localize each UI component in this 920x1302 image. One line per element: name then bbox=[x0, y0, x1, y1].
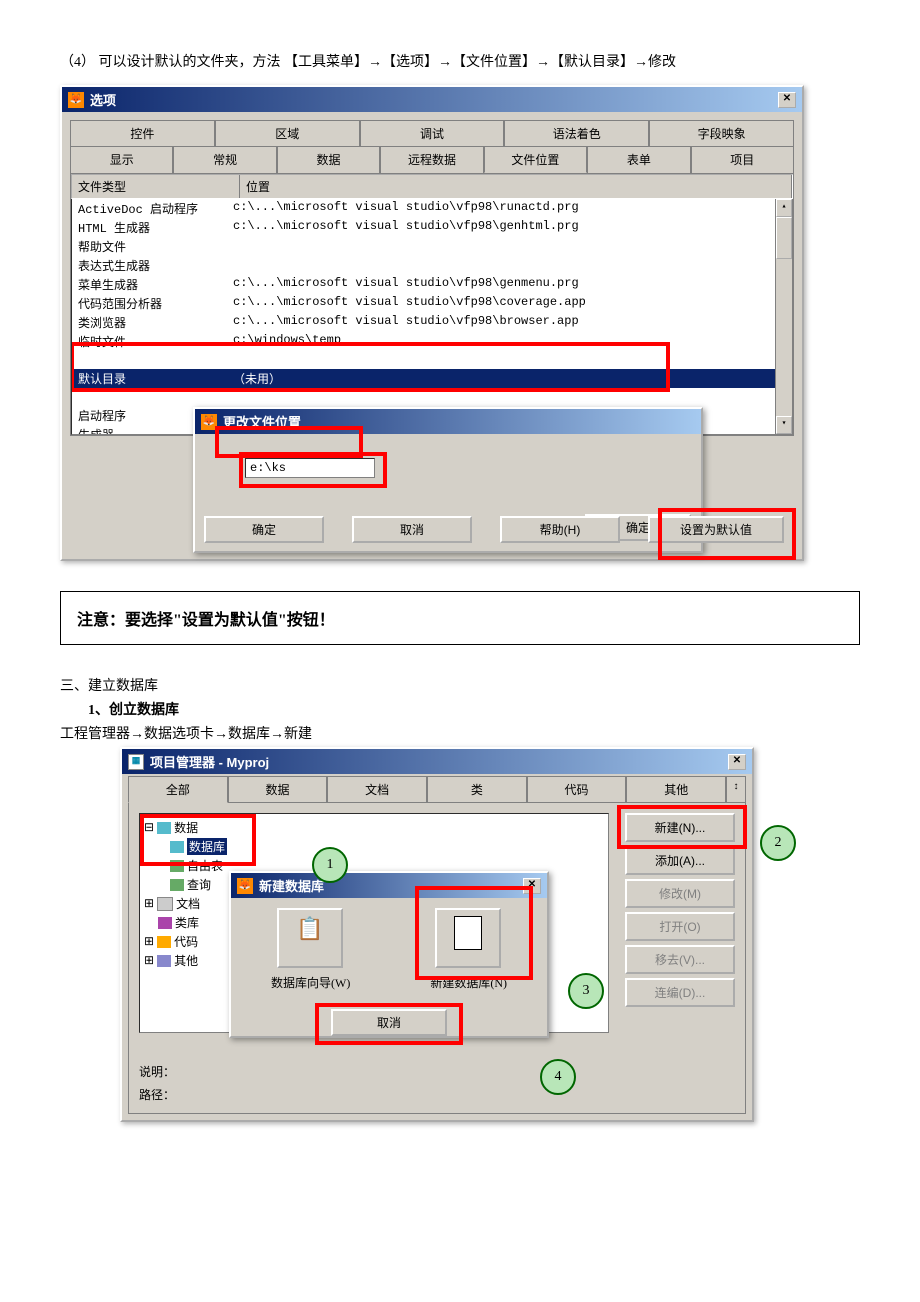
options-help-button[interactable]: 帮助(H) bbox=[500, 516, 620, 543]
scroll-thumb[interactable] bbox=[776, 217, 792, 259]
wizard-label: 数据库向导(W) bbox=[271, 974, 350, 991]
build-button: 连编(D)... bbox=[625, 978, 735, 1007]
pm-tabs: 全部 数据 文档 类 代码 其他 ↕ bbox=[122, 776, 752, 803]
annotation-2: 2 bbox=[760, 825, 796, 861]
tab-filelocations[interactable]: 文件位置 bbox=[484, 146, 587, 173]
highlight-path bbox=[239, 452, 387, 488]
highlight-defaultdir bbox=[71, 342, 670, 392]
tab-remote[interactable]: 远程数据 bbox=[380, 146, 483, 173]
options-ok-button[interactable]: 确定 bbox=[204, 516, 324, 543]
list-row: 类浏览器c:\...\microsoft visual studio\vfp98… bbox=[72, 313, 792, 332]
open-button: 打开(O) bbox=[625, 912, 735, 941]
tab-classes[interactable]: 类 bbox=[427, 776, 527, 803]
options-cancel-button[interactable]: 取消 bbox=[352, 516, 472, 543]
col-filetype[interactable]: 文件类型 bbox=[72, 175, 240, 198]
tab-syntax[interactable]: 语法着色 bbox=[504, 120, 649, 146]
close-icon[interactable]: ✕ bbox=[728, 754, 746, 770]
highlight-database bbox=[140, 814, 256, 866]
tab-controls[interactable]: 控件 bbox=[70, 120, 215, 146]
list-row: 代码范围分析器c:\...\microsoft visual studio\vf… bbox=[72, 294, 792, 313]
note-box: 注意：要选择"设置为默认值"按钮！ bbox=[60, 591, 860, 645]
fox-icon: 🦊 bbox=[68, 92, 84, 108]
remove-button: 移去(V)... bbox=[625, 945, 735, 974]
pm-titlebar: ▦ 项目管理器 - Myproj ✕ bbox=[122, 749, 752, 774]
section3-sub1: 1、创立数据库 bbox=[88, 699, 860, 719]
section3-title: 三、建立数据库 bbox=[60, 675, 860, 695]
pm-title: 项目管理器 - Myproj bbox=[150, 752, 269, 771]
highlight-cancel bbox=[315, 1003, 463, 1045]
highlight-newdb-btn bbox=[415, 886, 533, 980]
project-manager: ▦ 项目管理器 - Myproj ✕ 全部 数据 文档 类 代码 其他 ↕ ⊟数… bbox=[120, 747, 754, 1122]
annotation-1: 1 bbox=[312, 847, 348, 883]
step4-text: （4） 可以设计默认的文件夹，方法 【工具菜单】→【选项】→【文件位置】→【默认… bbox=[60, 50, 860, 75]
fox-icon: 🦊 bbox=[237, 878, 253, 894]
tab-code[interactable]: 代码 bbox=[527, 776, 627, 803]
close-icon[interactable]: ✕ bbox=[778, 92, 796, 108]
options-tabs: 控件 区域 调试 语法着色 字段映象 显示 常规 数据 远程数据 文件位置 表单… bbox=[62, 112, 802, 173]
wizard-button[interactable]: 📋 bbox=[277, 908, 343, 968]
annotation-4: 4 bbox=[540, 1059, 576, 1095]
list-header: 文件类型 位置 bbox=[71, 174, 793, 199]
pm-body: ⊟数据 数据库 自由表 查询 ⊞文档 类库 ⊞代码 ⊞其他 新建(N)... 添… bbox=[128, 803, 746, 1114]
new-database-dialog: 🦊 新建数据库 ✕ 📋 bbox=[229, 871, 549, 1038]
query-icon bbox=[170, 879, 184, 891]
tab-data[interactable]: 数据 bbox=[228, 776, 328, 803]
pm-icon: ▦ bbox=[128, 754, 144, 770]
modify-button: 修改(M) bbox=[625, 879, 735, 908]
pm-button-column: 新建(N)... 添加(A)... 修改(M) 打开(O) 移去(V)... 连… bbox=[625, 813, 735, 1007]
tab-view[interactable]: 显示 bbox=[70, 146, 173, 173]
other-icon bbox=[157, 955, 171, 967]
list-row: 帮助文件 bbox=[72, 237, 792, 256]
newdb-title: 新建数据库 bbox=[259, 876, 324, 895]
scrollbar[interactable]: ▴ ▾ bbox=[775, 199, 792, 434]
options-titlebar: 🦊 选项 ✕ bbox=[62, 87, 802, 112]
section3-path: 工程管理器→数据选项卡→数据库→新建 bbox=[60, 723, 860, 743]
annotation-3: 3 bbox=[568, 973, 604, 1009]
tab-debug[interactable]: 调试 bbox=[360, 120, 505, 146]
lib-icon bbox=[158, 917, 172, 929]
tab-forms[interactable]: 表单 bbox=[587, 146, 690, 173]
tab-all[interactable]: 全部 bbox=[128, 776, 228, 803]
path-label: 路径： bbox=[139, 1086, 175, 1103]
doc-icon bbox=[157, 897, 173, 911]
tab-projects[interactable]: 项目 bbox=[691, 146, 794, 173]
tab-docs[interactable]: 文档 bbox=[327, 776, 427, 803]
options-dialog: 🦊 选项 ✕ 控件 区域 调试 语法着色 字段映象 显示 常规 数据 远程数据 … bbox=[60, 85, 804, 561]
options-title: 选项 bbox=[90, 90, 116, 109]
code-icon bbox=[157, 936, 171, 948]
wizard-icon: 📋 bbox=[296, 916, 323, 941]
scroll-up-icon[interactable]: ▴ bbox=[776, 199, 792, 217]
add-button[interactable]: 添加(A)... bbox=[625, 846, 735, 875]
expand-icon[interactable]: ↕ bbox=[726, 776, 746, 803]
file-list[interactable]: ActiveDoc 启动程序c:\...\microsoft visual st… bbox=[71, 199, 793, 435]
file-locations-panel: 文件类型 位置 ActiveDoc 启动程序c:\...\microsoft v… bbox=[70, 173, 794, 436]
highlight-new bbox=[617, 805, 747, 849]
col-location[interactable]: 位置 bbox=[240, 175, 792, 198]
tab-general[interactable]: 常规 bbox=[173, 146, 276, 173]
tab-data[interactable]: 数据 bbox=[277, 146, 380, 173]
list-row: 表达式生成器 bbox=[72, 256, 792, 275]
tab-regional[interactable]: 区域 bbox=[215, 120, 360, 146]
list-row: 菜单生成器c:\...\microsoft visual studio\vfp9… bbox=[72, 275, 792, 294]
scroll-down-icon[interactable]: ▾ bbox=[776, 416, 792, 434]
list-row: HTML 生成器c:\...\microsoft visual studio\v… bbox=[72, 218, 792, 237]
highlight-setdefault bbox=[658, 508, 796, 560]
tab-other[interactable]: 其他 bbox=[626, 776, 726, 803]
tab-fieldmap[interactable]: 字段映象 bbox=[649, 120, 794, 146]
desc-label: 说明： bbox=[139, 1063, 175, 1080]
pm-footer: 说明： 路径： bbox=[139, 1063, 175, 1103]
list-row: ActiveDoc 启动程序c:\...\microsoft visual st… bbox=[72, 199, 792, 218]
